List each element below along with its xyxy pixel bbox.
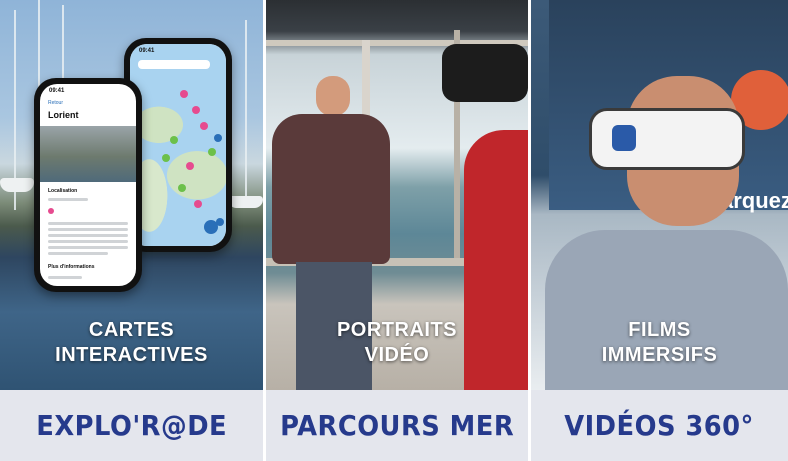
panel-films-immersifs[interactable]: arquez FILMS IMMERSIFS VIDÉOS 360° bbox=[531, 0, 788, 461]
section-label: Localisation bbox=[48, 188, 78, 194]
title-band: PARCOURS MER bbox=[266, 390, 528, 461]
back-link[interactable]: Retour bbox=[48, 100, 63, 106]
status-time: 09:41 bbox=[139, 48, 155, 54]
headset-logo bbox=[612, 125, 636, 151]
place-photo bbox=[40, 126, 136, 182]
title-band: EXPLO'R@DE bbox=[0, 390, 263, 461]
caption-line: IMMERSIFS bbox=[601, 344, 718, 366]
caption-line: VIDÉO bbox=[364, 344, 430, 366]
caption-cartes-interactives: CARTES INTERACTIVES bbox=[0, 318, 263, 368]
more-info-label[interactable]: Plus d'informations bbox=[48, 264, 94, 270]
panel-title-videos-360[interactable]: VIDÉOS 360° bbox=[565, 409, 755, 442]
category-dot bbox=[48, 208, 54, 214]
panel-cartes-interactives[interactable]: 09:41 09:41 Retour Lorient Localisation … bbox=[0, 0, 263, 461]
panel-title-parcours-mer[interactable]: PARCOURS MER bbox=[280, 409, 514, 442]
presenter-body bbox=[272, 114, 390, 264]
panel-portraits-video[interactable]: PORTRAITS VIDÉO PARCOURS MER bbox=[266, 0, 528, 461]
caption-films-immersifs: FILMS IMMERSIFS bbox=[531, 318, 788, 368]
caption-line: PORTRAITS bbox=[336, 319, 458, 341]
presenter-head bbox=[316, 76, 350, 116]
place-title: Lorient bbox=[48, 110, 79, 120]
title-band: VIDÉOS 360° bbox=[531, 390, 788, 461]
caption-line: INTERACTIVES bbox=[55, 344, 208, 366]
panel-title-explorade[interactable]: EXPLO'R@DE bbox=[36, 409, 227, 442]
caption-line: CARTES bbox=[88, 319, 175, 341]
phone-detail: 09:41 Retour Lorient Localisation Plus d… bbox=[34, 78, 142, 292]
caption-portraits-video: PORTRAITS VIDÉO bbox=[266, 318, 528, 368]
status-time: 09:41 bbox=[49, 88, 65, 94]
map-search-bar bbox=[138, 60, 210, 69]
vr-headset-icon bbox=[589, 108, 745, 170]
caption-line: FILMS bbox=[628, 319, 691, 341]
camera-icon bbox=[442, 44, 528, 102]
map-view bbox=[130, 44, 226, 246]
locate-button[interactable] bbox=[204, 220, 218, 234]
